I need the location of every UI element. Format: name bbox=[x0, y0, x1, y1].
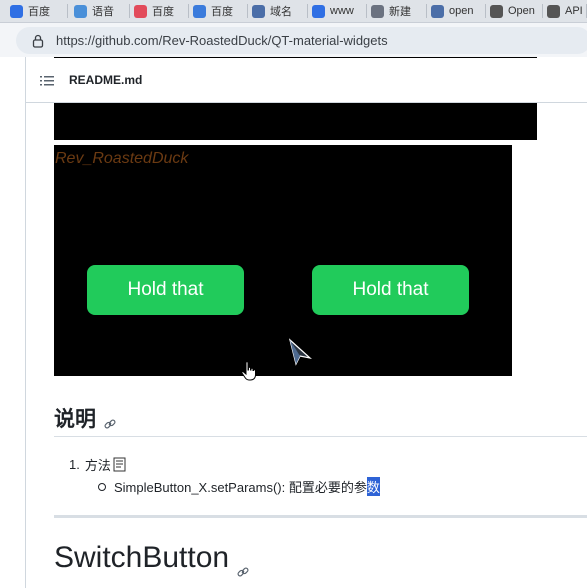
browser-tab-label: www bbox=[330, 5, 354, 17]
browser-tab-label: API bbox=[565, 5, 583, 17]
translate-icon bbox=[193, 4, 206, 18]
section-heading-switchbutton: SwitchButton bbox=[54, 541, 249, 577]
browser-tab[interactable]: 百度 bbox=[193, 0, 248, 22]
url-text[interactable]: https://github.com/Rev-RoastedDuck/QT-ma… bbox=[56, 33, 388, 48]
notepad-icon bbox=[113, 457, 126, 472]
section-heading-text: SwitchButton bbox=[54, 541, 230, 574]
demo-image: Rev_RoastedDuck Hold that Hold that bbox=[54, 145, 512, 376]
browser-tab[interactable]: 新建 bbox=[371, 0, 427, 22]
watermark-text: Rev_RoastedDuck bbox=[55, 150, 189, 167]
browser-tab-label: 百度 bbox=[211, 6, 233, 18]
tab-separator bbox=[366, 4, 367, 18]
address-bar-row: https://github.com/Rev-RoastedDuck/QT-ma… bbox=[0, 23, 587, 57]
list-number: 1. bbox=[69, 457, 80, 472]
browser-tab[interactable]: 百度 bbox=[134, 0, 189, 22]
tab-separator bbox=[426, 4, 427, 18]
file-header: README.md bbox=[26, 58, 587, 103]
openai-icon bbox=[490, 4, 503, 18]
browser-tab[interactable]: www bbox=[312, 0, 367, 22]
arrow-cursor-icon bbox=[288, 338, 313, 371]
content-border bbox=[25, 57, 26, 588]
lock-icon[interactable] bbox=[32, 34, 44, 48]
tab-separator bbox=[542, 4, 543, 18]
app-icon bbox=[134, 4, 147, 18]
browser-tab-label: 百度 bbox=[28, 6, 50, 18]
anchor-link-icon[interactable] bbox=[237, 552, 249, 577]
selected-text[interactable]: 数 bbox=[366, 477, 380, 496]
browser-tab[interactable]: open bbox=[431, 0, 486, 22]
tab-separator bbox=[307, 4, 308, 18]
file-name: README.md bbox=[69, 73, 143, 87]
outline-list-icon[interactable] bbox=[40, 74, 54, 86]
browser-tab-label: 新建 bbox=[389, 6, 411, 18]
tab-separator bbox=[67, 4, 68, 18]
browser-tab-label: 域名 bbox=[270, 6, 292, 18]
list-item-text: SimpleButton_X.setParams(): 配置必要的参 bbox=[114, 480, 367, 495]
hand-cursor-icon bbox=[241, 361, 257, 386]
browser-tab-label: 语音 bbox=[92, 6, 114, 18]
tab-separator bbox=[485, 4, 486, 18]
browser-tab[interactable]: Open bbox=[490, 0, 543, 22]
browser-tab-strip: 百度 语音 百度 百度 域名 www 新建 open Open API bbox=[0, 0, 587, 23]
demo-image-top bbox=[54, 103, 537, 140]
baidu-icon bbox=[312, 4, 325, 18]
app-icon bbox=[74, 4, 87, 18]
anchor-link-icon[interactable] bbox=[104, 412, 116, 429]
heading-divider bbox=[54, 436, 587, 437]
section-heading-description: 说明 bbox=[54, 403, 116, 433]
address-bar[interactable]: https://github.com/Rev-RoastedDuck/QT-ma… bbox=[16, 27, 587, 54]
openai-icon bbox=[547, 4, 560, 18]
browser-tab-label: 百度 bbox=[152, 6, 174, 18]
page-icon bbox=[371, 4, 384, 18]
search-icon bbox=[431, 4, 444, 18]
tab-separator bbox=[129, 4, 130, 18]
hold-button-right[interactable]: Hold that bbox=[312, 265, 469, 315]
browser-tab-label: Open bbox=[508, 5, 535, 17]
browser-tab[interactable]: API bbox=[547, 0, 587, 22]
browser-tab[interactable]: 百度 bbox=[10, 0, 68, 22]
tab-separator bbox=[188, 4, 189, 18]
tab-separator bbox=[247, 4, 248, 18]
browser-tab[interactable]: 域名 bbox=[252, 0, 308, 22]
browser-tab[interactable]: 语音 bbox=[74, 0, 130, 22]
list-item: 1. 方法 bbox=[69, 455, 126, 474]
list-item: SimpleButton_X.setParams(): 配置必要的参数 bbox=[98, 477, 380, 496]
section-divider bbox=[54, 515, 587, 518]
section-heading-text: 说明 bbox=[54, 408, 96, 431]
bullet-icon bbox=[98, 482, 106, 491]
baidu-icon bbox=[10, 4, 23, 18]
list-item-label: 方法 bbox=[84, 458, 111, 473]
search-icon bbox=[252, 4, 265, 18]
browser-tab-label: open bbox=[449, 5, 474, 17]
hold-button-left[interactable]: Hold that bbox=[87, 265, 244, 315]
